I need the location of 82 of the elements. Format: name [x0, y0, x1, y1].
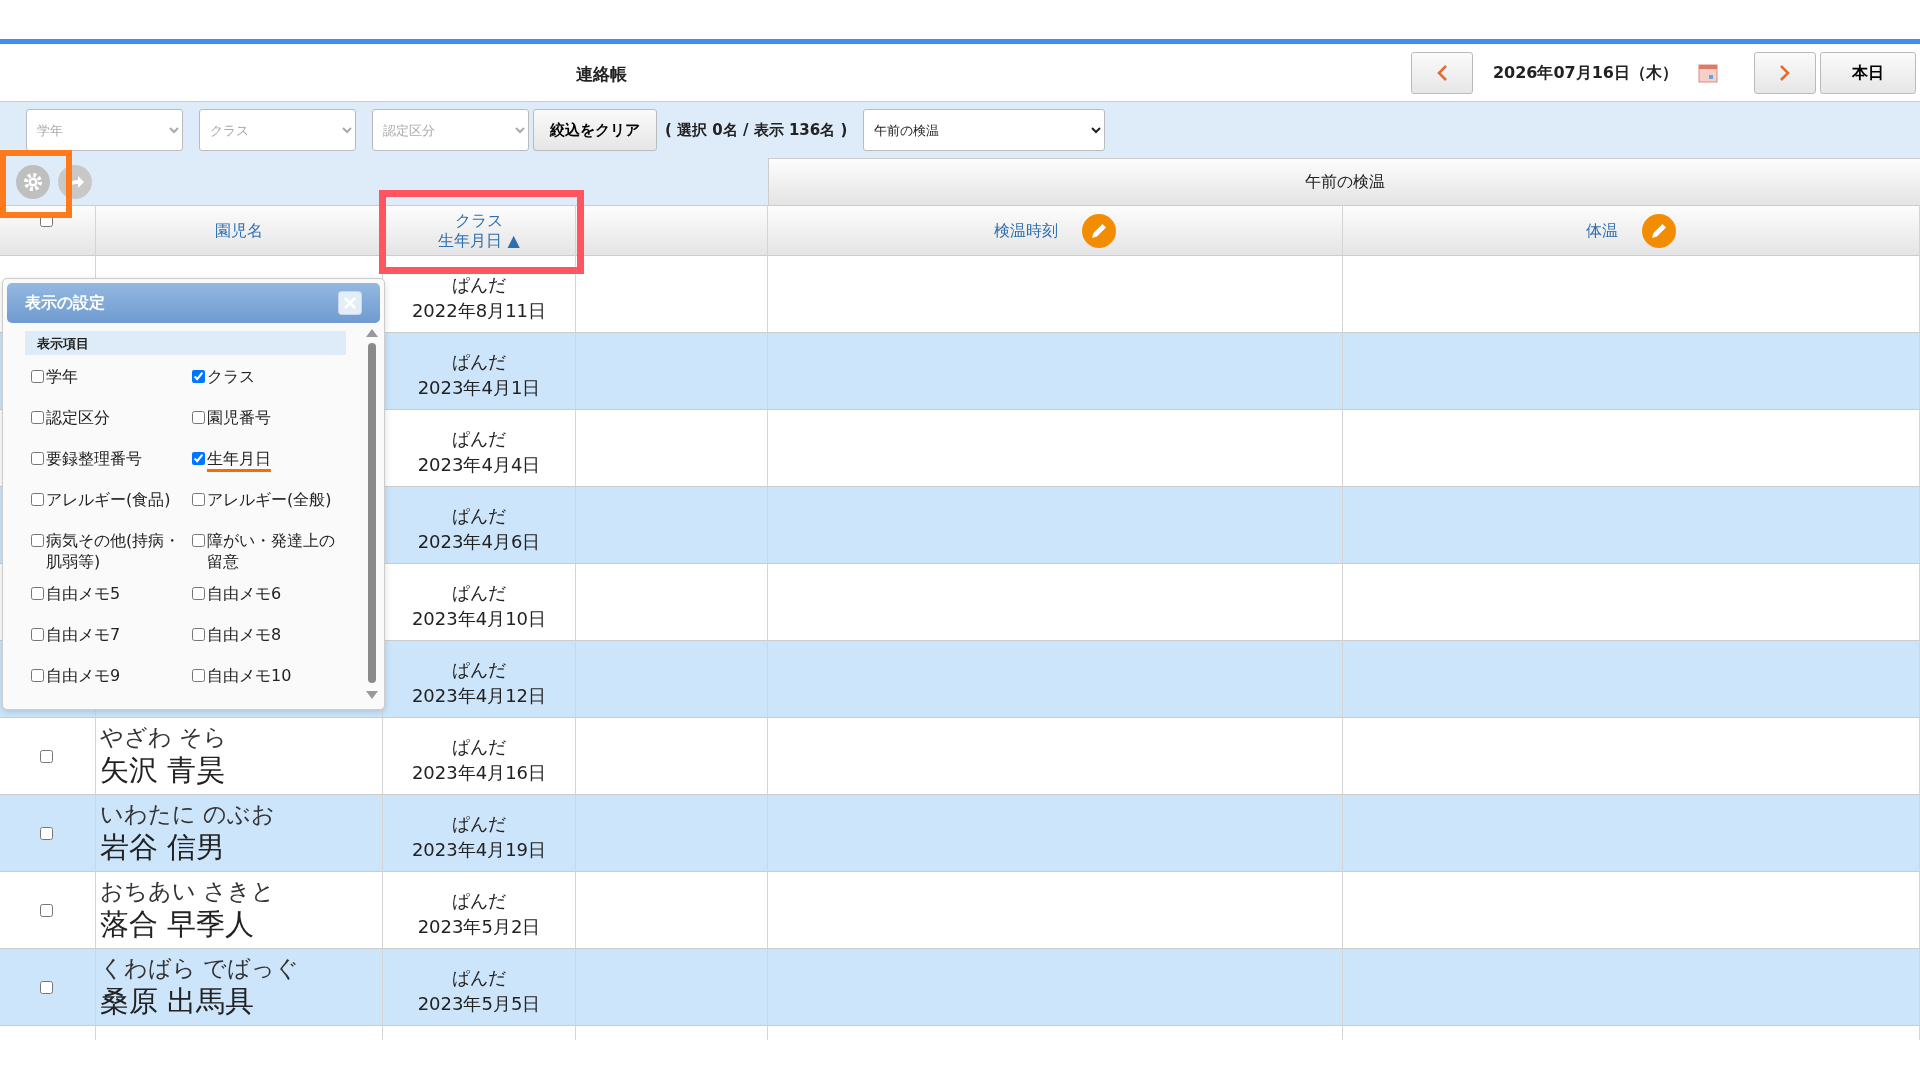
option-label[interactable]: 学年 — [46, 366, 78, 387]
birth-date: 2023年4月12日 — [410, 684, 548, 708]
checkbox[interactable] — [192, 370, 205, 383]
checkbox[interactable] — [192, 452, 205, 465]
page-title: 連絡帳 — [574, 63, 628, 86]
name-reading: いわたに のぶお — [100, 800, 277, 829]
class-name: ぱんだ — [451, 966, 507, 990]
checkbox[interactable] — [192, 411, 205, 424]
option-label[interactable]: 自由メモ10 — [207, 665, 292, 686]
birth-date: 2023年4月10日 — [410, 607, 548, 631]
chevron-right-icon — [1779, 64, 1791, 82]
pencil-icon[interactable] — [1642, 213, 1676, 248]
row-checkbox[interactable] — [40, 749, 53, 763]
birth-date: 2023年4月4日 — [416, 453, 542, 477]
option-label[interactable]: アレルギー(食品) — [46, 489, 171, 510]
row-checkbox[interactable] — [40, 826, 53, 840]
today-button[interactable]: 本日 — [1820, 51, 1916, 94]
option-label[interactable]: 要録整理番号 — [46, 448, 142, 469]
child-name: 岩谷 信男 — [100, 829, 227, 865]
name-reading: くわばら でばっぐ — [100, 954, 301, 983]
birth-date: 2023年4月6日 — [416, 530, 542, 554]
checkbox[interactable] — [192, 534, 205, 547]
section-header: 表示項目 — [25, 331, 346, 355]
checkbox[interactable] — [31, 669, 44, 682]
column-header[interactable]: 体温 — [1586, 218, 1618, 243]
option-label[interactable]: アレルギー(全般) — [207, 489, 332, 510]
checkbox[interactable] — [31, 534, 44, 547]
child-name: 落合 早季人 — [100, 906, 256, 942]
birth-date: 2022年8月11日 — [410, 299, 548, 323]
checkbox[interactable] — [31, 493, 44, 506]
checkbox[interactable] — [192, 493, 205, 506]
child-name: 矢沢 青昊 — [100, 752, 227, 788]
checkbox[interactable] — [31, 452, 44, 465]
checkbox[interactable] — [192, 669, 205, 682]
class-name: ぱんだ — [451, 350, 507, 374]
option-label[interactable]: 自由メモ9 — [46, 665, 121, 686]
birth-date: 2023年4月19日 — [410, 838, 548, 862]
option-label[interactable]: 園児番号 — [207, 407, 271, 428]
class-name: ぱんだ — [451, 427, 507, 451]
row-checkbox[interactable] — [40, 980, 53, 994]
scrollbar[interactable] — [366, 329, 378, 699]
birth-date: 2023年5月5日 — [416, 992, 542, 1016]
column-group-header: 午前の検温 — [1304, 171, 1385, 193]
class-name: ぱんだ — [451, 658, 507, 682]
row-checkbox[interactable] — [40, 903, 53, 917]
birth-date: 2023年4月1日 — [416, 376, 542, 400]
name-reading: やざわ そら — [100, 723, 229, 752]
child-name: 桑原 出馬具 — [100, 983, 256, 1019]
option-label[interactable]: 自由メモ7 — [46, 624, 121, 645]
pencil-icon[interactable] — [1082, 213, 1116, 248]
checkbox[interactable] — [31, 370, 44, 383]
calendar-icon[interactable] — [1698, 62, 1718, 83]
clear-filter-button[interactable]: 絞込をクリア — [533, 109, 657, 151]
option-label[interactable]: 自由メモ6 — [207, 583, 282, 604]
dialog-title: 表示の設定 — [25, 292, 105, 314]
option-label[interactable]: 病気その他(持病・肌弱等) — [46, 530, 188, 572]
view-select[interactable]: 午前の検温 — [863, 109, 1106, 151]
option-label[interactable]: 認定区分 — [46, 407, 110, 428]
checkbox[interactable] — [31, 628, 44, 641]
column-header[interactable]: 園児名 — [215, 218, 263, 243]
class-name: ぱんだ — [451, 812, 507, 836]
chevron-left-icon — [1435, 64, 1448, 82]
option-label[interactable]: 生年月日 — [207, 448, 271, 472]
column-header[interactable]: 検温時刻 — [994, 218, 1058, 243]
checkbox[interactable] — [31, 411, 44, 424]
option-label[interactable]: 自由メモ8 — [207, 624, 282, 645]
date-label: 2026年07月16日（木） — [1492, 61, 1678, 84]
class-name: ぱんだ — [451, 504, 507, 528]
class-name: ぱんだ — [451, 889, 507, 913]
checkbox[interactable] — [31, 587, 44, 600]
checkbox[interactable] — [192, 587, 205, 600]
name-reading: おちあい さきと — [100, 877, 277, 906]
checkbox[interactable] — [192, 628, 205, 641]
class-name: ぱんだ — [451, 581, 507, 605]
option-label[interactable]: クラス — [207, 366, 255, 387]
birth-date: 2023年5月2日 — [416, 915, 542, 939]
option-label[interactable]: 障がい・発達上の留意 — [207, 530, 349, 572]
class-name: ぱんだ — [451, 273, 507, 297]
birth-date: 2023年4月16日 — [410, 761, 548, 785]
count-text: ( 選択 0名 / 表示 136名 ) — [665, 119, 848, 141]
class-name: ぱんだ — [451, 735, 507, 759]
option-label[interactable]: 自由メモ5 — [46, 583, 121, 604]
